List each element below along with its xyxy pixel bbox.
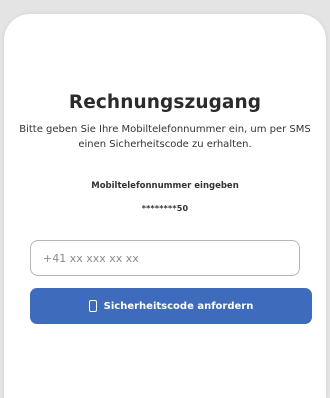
- instruction-text: Bitte geben Sie Ihre Mobiltelefonnummer …: [19, 124, 311, 150]
- request-code-button-label: Sicherheitscode anfordern: [103, 300, 254, 312]
- security-code-card: Rechnungszugang Bitte geben Sie Ihre Mob…: [4, 14, 326, 398]
- phone-label: Mobiltelefonnummer eingeben: [91, 181, 239, 191]
- smartphone-icon: [88, 300, 97, 312]
- phone-number-input[interactable]: [30, 240, 300, 276]
- request-code-button[interactable]: Sicherheitscode anfordern: [30, 288, 312, 324]
- page-title: Rechnungszugang: [68, 92, 262, 113]
- masked-phone-number: ********50: [141, 204, 189, 213]
